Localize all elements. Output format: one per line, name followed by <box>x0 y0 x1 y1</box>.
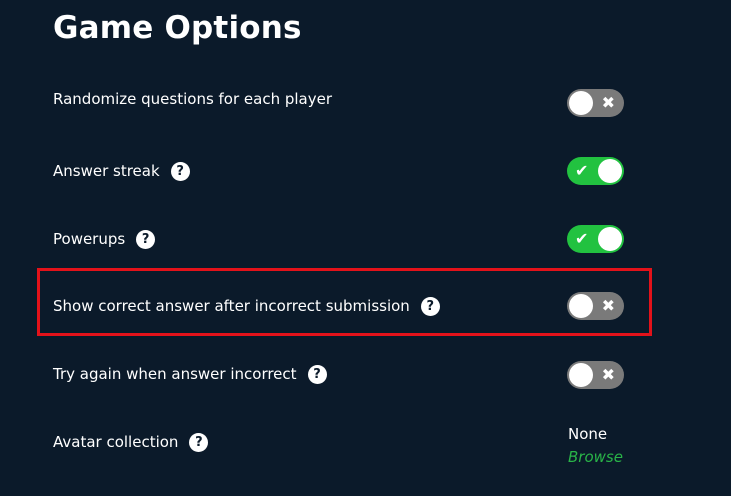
option-label: Answer streak? <box>53 162 190 181</box>
help-icon[interactable]: ? <box>189 433 209 452</box>
option-row-powerups: Powerups? ✔ <box>53 224 643 264</box>
x-icon: ✖ <box>601 296 615 315</box>
option-label-text: Try again when answer incorrect <box>53 365 297 383</box>
page-title: Game Options <box>53 10 302 46</box>
help-icon[interactable]: ? <box>136 230 156 249</box>
avatar-collection-value: None <box>568 425 608 443</box>
option-label: Powerups? <box>53 230 156 249</box>
toggle-knob <box>569 91 593 115</box>
option-label-text: Avatar collection <box>53 433 179 451</box>
option-label: Try again when answer incorrect? <box>53 365 327 384</box>
try-again-toggle[interactable]: ✖ <box>567 361 624 389</box>
option-label-text: Answer streak <box>53 162 160 180</box>
x-icon: ✖ <box>601 93 615 112</box>
check-icon: ✔ <box>575 229 589 248</box>
option-label: Show correct answer after incorrect subm… <box>53 297 440 316</box>
answer-streak-toggle[interactable]: ✔ <box>567 157 624 185</box>
show-correct-answer-toggle[interactable]: ✖ <box>567 292 624 320</box>
browse-link[interactable]: Browse <box>568 448 623 466</box>
option-label: Randomize questions for each player <box>53 90 332 108</box>
option-label-text: Show correct answer after incorrect subm… <box>53 297 410 315</box>
option-label-text: Powerups <box>53 230 126 248</box>
randomize-questions-toggle[interactable]: ✖ <box>567 89 624 117</box>
option-row-avatar-collection: Avatar collection? None Browse <box>53 425 643 467</box>
option-row-try-again: Try again when answer incorrect? ✖ <box>53 359 643 399</box>
help-icon[interactable]: ? <box>420 297 440 316</box>
option-label: Avatar collection? <box>53 433 209 452</box>
toggle-knob <box>569 363 593 387</box>
help-icon[interactable]: ? <box>307 365 327 384</box>
option-label-text: Randomize questions for each player <box>53 90 333 108</box>
powerups-toggle[interactable]: ✔ <box>567 225 624 253</box>
toggle-knob <box>598 227 622 251</box>
toggle-knob <box>569 294 593 318</box>
check-icon: ✔ <box>575 161 589 180</box>
toggle-knob <box>598 159 622 183</box>
option-row-answer-streak: Answer streak? ✔ <box>53 156 643 196</box>
option-row-show-correct-answer: Show correct answer after incorrect subm… <box>53 291 643 331</box>
x-icon: ✖ <box>601 365 615 384</box>
option-row-randomize-questions: Randomize questions for each player ✖ <box>53 84 643 124</box>
help-icon[interactable]: ? <box>170 162 190 181</box>
